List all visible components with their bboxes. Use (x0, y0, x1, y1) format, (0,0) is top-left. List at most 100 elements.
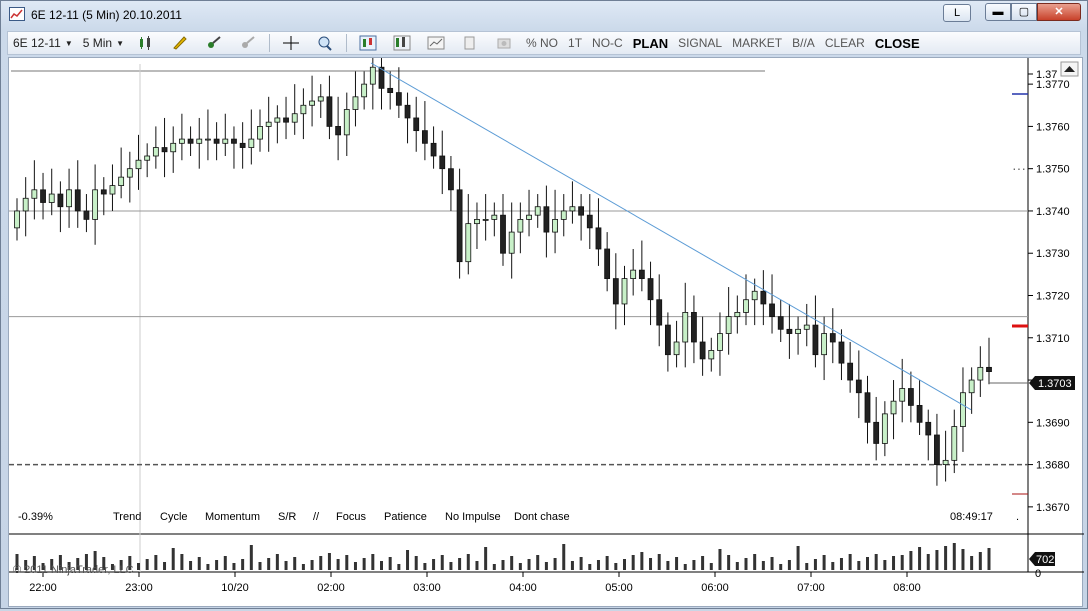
button-no-c[interactable]: NO-C (587, 32, 628, 54)
chart-trader-label[interactable]: // (313, 511, 320, 523)
candle-body (205, 138, 211, 141)
volume-bar (397, 564, 401, 570)
chart-trader-button[interactable] (351, 32, 385, 54)
candle-body (925, 421, 932, 436)
volume-bar (588, 564, 592, 570)
candle-body (760, 290, 767, 305)
button-signal[interactable]: SIGNAL (673, 32, 727, 54)
chart-panel[interactable]: 1.37 1.3770 1.3760 1.3750 1.3740 1.3730 1.3720… (8, 37, 1084, 608)
candle-body (335, 126, 342, 136)
volume-bar (718, 549, 722, 570)
print-button[interactable] (453, 32, 487, 54)
instrument-label: 6E 12-11 (13, 36, 61, 50)
strategy-button[interactable] (231, 32, 265, 54)
chart-trader-label[interactable]: Patience (384, 511, 427, 523)
price-label: 1.3770 (1036, 79, 1070, 91)
volume-bar (779, 564, 783, 570)
volume-bar (258, 562, 262, 570)
data-box-button[interactable] (385, 32, 419, 54)
candle-body (14, 210, 20, 229)
volume-bar (406, 550, 410, 570)
button-plan[interactable]: PLAN (628, 32, 673, 54)
interval-selector[interactable]: 5 Min ▼ (78, 32, 129, 54)
candle-body (838, 341, 845, 364)
crosshair-button[interactable] (274, 32, 308, 54)
candle-body (100, 189, 107, 195)
draw-tool-button[interactable] (163, 32, 197, 54)
indicator-button[interactable] (197, 32, 231, 54)
candle-body (430, 142, 437, 157)
candle-body (152, 147, 159, 157)
candle-body (864, 392, 871, 423)
maximize-button[interactable]: ▢ (1011, 3, 1037, 21)
volume-bar (137, 563, 140, 570)
volume-bar (675, 557, 679, 570)
candle-body (265, 121, 272, 127)
volume-bar (241, 559, 245, 570)
volume-bar (952, 543, 956, 570)
volume-bar (579, 557, 583, 570)
app-window: 6E 12-11 (5 Min) 20.10.2011 L ▬ ▢ ✕ 6E 1… (0, 0, 1088, 609)
volume-bar (275, 554, 279, 570)
volume-bar (970, 556, 974, 570)
candle-body (647, 278, 654, 301)
candle-body (717, 333, 723, 351)
volume-bar (353, 562, 357, 570)
price-chart[interactable]: 1.371.37701.37601.37501.37401.37301.3720… (9, 37, 1084, 608)
chart-trader-label[interactable]: No Impulse (445, 511, 501, 523)
window-controls: ▬ ▢ ✕ (985, 3, 1081, 21)
candle-body (231, 138, 237, 144)
volume-bar (362, 558, 366, 570)
time-label: 08:00 (893, 582, 921, 594)
chart-trader-label[interactable]: Momentum (205, 511, 260, 523)
candle-body (439, 155, 446, 170)
candle-body (248, 138, 255, 148)
chart-trader-label[interactable]: Dont chase (514, 511, 570, 523)
current-price-text: 1.3703 (1038, 378, 1072, 390)
candle-body (474, 219, 480, 225)
snapshot-button[interactable] (487, 32, 521, 54)
time-label: 23:00 (125, 582, 153, 594)
candle-body (777, 316, 784, 330)
volume-zero: 0 (1035, 568, 1041, 580)
chart-trader-label[interactable]: S/R (278, 511, 296, 523)
candle-body (40, 189, 46, 203)
candle-body (257, 126, 263, 140)
zoom-button[interactable] (308, 32, 342, 54)
button-clear[interactable]: CLEAR (820, 32, 870, 54)
button-market[interactable]: MARKET (727, 32, 787, 54)
volume-bar (466, 554, 470, 570)
button-1t[interactable]: 1T (563, 32, 587, 54)
chart-trader-label[interactable]: Focus (336, 511, 366, 523)
volume-bar (640, 552, 644, 570)
chart-trader-label[interactable]: Trend (113, 511, 141, 523)
volume-bar (189, 561, 193, 570)
volume-bar (614, 563, 618, 570)
toolbar-separator (269, 34, 270, 52)
chart-trader-label[interactable]: Cycle (160, 511, 188, 523)
volume-bar (284, 561, 288, 570)
volume-bar (918, 547, 922, 570)
candle-body (352, 96, 359, 110)
link-button[interactable]: L (943, 4, 971, 22)
candle-body (413, 117, 420, 132)
candle-body (855, 379, 862, 394)
button-ba[interactable]: B//A (787, 32, 820, 54)
minimize-button[interactable]: ▬ (985, 3, 1011, 21)
volume-bar (683, 564, 687, 570)
volume-bar (423, 563, 427, 570)
candle-body (829, 333, 836, 343)
close-button[interactable]: ✕ (1037, 3, 1081, 21)
properties-button[interactable] (419, 32, 453, 54)
instrument-selector[interactable]: 6E 12-11 ▼ (8, 32, 78, 54)
pencil-icon (173, 36, 187, 50)
volume-bar (293, 557, 297, 570)
candle-body (456, 189, 463, 263)
button-pct-no[interactable]: % NO (521, 32, 563, 54)
volume-bar (336, 559, 340, 570)
button-close-position[interactable]: CLOSE (870, 32, 925, 54)
volume-bar (527, 559, 531, 570)
bar-type-button[interactable] (129, 32, 163, 54)
candle-body (682, 312, 689, 343)
candle-body (387, 87, 394, 93)
